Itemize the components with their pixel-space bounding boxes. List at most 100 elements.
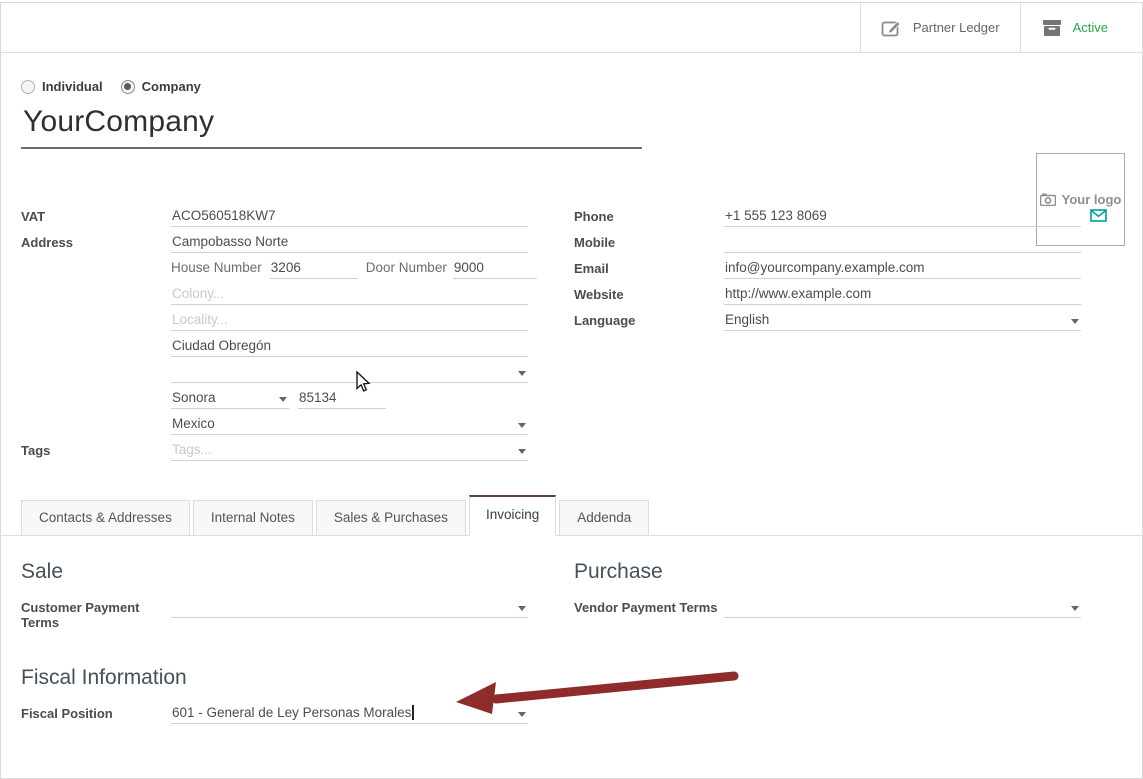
vendor-payment-terms-select[interactable] [724, 597, 1081, 618]
fiscal-position-value: 601 - General de Ley Personas Morales [172, 705, 411, 720]
active-button[interactable]: Active [1020, 3, 1142, 52]
state-zip-row: Sonora 85134 [21, 388, 528, 414]
tab-sales-purchases[interactable]: Sales & Purchases [316, 500, 466, 535]
tags-label: Tags [21, 440, 171, 458]
house-number-label: House Number [171, 258, 262, 275]
colony-input[interactable]: Colony... [171, 284, 528, 305]
state-select[interactable]: Sonora [171, 388, 289, 409]
municipality-select[interactable] [171, 362, 528, 383]
company-radio[interactable]: Company [121, 79, 201, 94]
language-value: English [724, 310, 1081, 331]
tab-invoicing[interactable]: Invoicing [469, 495, 556, 536]
vendor-payment-terms-label: Vendor Payment Terms [574, 597, 724, 615]
door-number-input[interactable]: 9000 [453, 258, 537, 279]
partner-ledger-label: Partner Ledger [913, 20, 1000, 35]
camera-icon [1040, 193, 1056, 206]
purchase-group: Purchase Vendor Payment Terms [574, 560, 1081, 630]
tab-contacts-addresses[interactable]: Contacts & Addresses [21, 500, 190, 535]
phone-input[interactable]: +1 555 123 8069 [724, 206, 1081, 227]
text-cursor [412, 705, 414, 720]
vat-label: VAT [21, 206, 171, 224]
house-number-input[interactable]: 3206 [270, 258, 358, 279]
website-row: Website http://www.example.com [574, 284, 1081, 310]
chevron-down-icon [518, 712, 526, 717]
language-label: Language [574, 310, 724, 328]
tab-addenda[interactable]: Addenda [559, 500, 649, 535]
mobile-input[interactable] [724, 232, 1081, 253]
street-input[interactable]: Campobasso Norte [171, 232, 528, 253]
mobile-row: Mobile [574, 232, 1081, 258]
fiscal-position-input[interactable]: 601 - General de Ley Personas Morales [171, 703, 528, 724]
zip-input[interactable]: 85134 [298, 388, 386, 409]
sale-heading: Sale [21, 560, 528, 584]
right-field-column: Phone +1 555 123 8069 Mobile [574, 206, 1081, 466]
vendor-payment-terms-value [724, 597, 1081, 618]
invoicing-tab-content: Sale Customer Payment Terms Purchase Ven… [1, 536, 1142, 729]
language-select[interactable]: English [724, 310, 1081, 331]
customer-payment-terms-value [171, 597, 528, 618]
form-sheet: Individual Company YourCompany Your logo [1, 79, 1142, 466]
vat-row: VAT ACO560518KW7 [21, 206, 528, 232]
tags-input[interactable]: Tags... [171, 440, 528, 461]
chevron-down-icon [1071, 319, 1079, 324]
chevron-down-icon [279, 397, 287, 402]
contact-fields: VAT ACO560518KW7 Address Campobasso Nort… [21, 206, 1122, 466]
partner-form-page: Partner Ledger Active Individual Company [0, 2, 1143, 779]
locality-row: Locality... [21, 310, 528, 336]
company-name-input[interactable]: YourCompany [21, 103, 642, 149]
vendor-payment-terms-row: Vendor Payment Terms [574, 597, 1081, 623]
municipality-row [21, 362, 528, 388]
partner-ledger-button[interactable]: Partner Ledger [860, 3, 1020, 52]
logo-placeholder-label: Your logo [1062, 192, 1122, 207]
language-row: Language English [574, 310, 1081, 336]
email-row: Email info@yourcompany.example.com [574, 258, 1081, 284]
purchase-heading: Purchase [574, 560, 1081, 584]
chevron-down-icon [518, 371, 526, 376]
chevron-down-icon [1071, 606, 1079, 611]
state-value: Sonora [171, 388, 289, 409]
address-label: Address [21, 232, 171, 250]
locality-input[interactable]: Locality... [171, 310, 528, 331]
individual-radio[interactable]: Individual [21, 79, 103, 94]
phone-row: Phone +1 555 123 8069 [574, 206, 1081, 232]
vat-input[interactable]: ACO560518KW7 [171, 206, 528, 227]
archive-icon [1041, 19, 1063, 37]
website-label: Website [574, 284, 724, 302]
email-input[interactable]: info@yourcompany.example.com [724, 258, 1081, 279]
door-number-label: Door Number [366, 258, 447, 275]
colony-row: Colony... [21, 284, 528, 310]
sale-group: Sale Customer Payment Terms [21, 560, 528, 630]
envelope-icon[interactable] [1090, 209, 1107, 222]
street-row: Address Campobasso Norte [21, 232, 528, 258]
radio-unchecked-icon[interactable] [21, 80, 35, 94]
house-door-row: House Number 3206 Door Number 9000 [21, 258, 528, 284]
chevron-down-icon [518, 423, 526, 428]
customer-payment-terms-row: Customer Payment Terms [21, 597, 528, 630]
left-field-column: VAT ACO560518KW7 Address Campobasso Nort… [21, 206, 528, 466]
fiscal-position-row: Fiscal Position 601 - General de Ley Per… [21, 703, 528, 729]
notebook-tabs: Contacts & Addresses Internal Notes Sale… [1, 495, 1142, 536]
chevron-down-icon [518, 606, 526, 611]
country-row: Mexico [21, 414, 528, 440]
chevron-down-icon [518, 449, 526, 454]
phone-label: Phone [574, 206, 724, 224]
company-radio-label: Company [142, 79, 201, 94]
top-button-bar: Partner Ledger Active [1, 3, 1142, 53]
fiscal-position-label: Fiscal Position [21, 703, 171, 721]
country-select[interactable]: Mexico [171, 414, 528, 435]
company-type-selector: Individual Company [21, 79, 1122, 94]
edit-icon [881, 19, 903, 37]
city-row: Ciudad Obregón [21, 336, 528, 362]
active-label: Active [1073, 20, 1108, 35]
tab-internal-notes[interactable]: Internal Notes [193, 500, 313, 535]
tags-row: Tags Tags... [21, 440, 528, 466]
customer-payment-terms-label: Customer Payment Terms [21, 597, 171, 630]
mobile-label: Mobile [574, 232, 724, 250]
tags-placeholder: Tags... [171, 440, 528, 461]
country-value: Mexico [171, 414, 528, 435]
customer-payment-terms-select[interactable] [171, 597, 528, 618]
radio-checked-icon[interactable] [121, 80, 135, 94]
city-input[interactable]: Ciudad Obregón [171, 336, 528, 357]
website-input[interactable]: http://www.example.com [724, 284, 1081, 305]
fiscal-information-group: Fiscal Information Fiscal Position 601 -… [21, 666, 1122, 729]
